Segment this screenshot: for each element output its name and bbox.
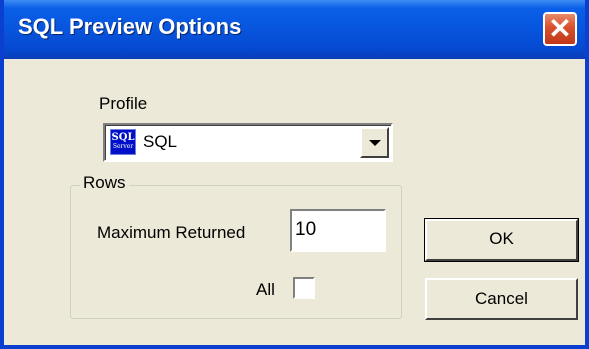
profile-dropdown[interactable]: SQL Server SQL <box>103 123 393 162</box>
maximum-returned-label: Maximum Returned <box>97 223 246 242</box>
profile-selected-value: SQL <box>143 132 178 151</box>
profile-label: Profile <box>99 94 148 113</box>
close-button[interactable]: ✕ <box>543 12 577 46</box>
title-bar[interactable]: SQL Preview Options ✕ <box>4 0 585 59</box>
maximum-returned-input[interactable] <box>295 215 379 245</box>
dialog-title: SQL Preview Options <box>18 14 242 39</box>
sql-preview-options-dialog: SQL Preview Options ✕ Profile SQL Server… <box>0 0 589 349</box>
chevron-down-icon <box>369 140 381 146</box>
rows-groupbox <box>70 185 402 319</box>
rows-group-label: Rows <box>80 173 129 193</box>
sql-server-icon: SQL Server <box>110 129 136 155</box>
ok-button[interactable]: OK <box>424 218 579 262</box>
close-icon: ✕ <box>548 13 572 44</box>
cancel-button[interactable]: Cancel <box>425 278 578 320</box>
all-checkbox[interactable] <box>293 277 315 299</box>
dropdown-arrow-button[interactable] <box>360 127 389 158</box>
all-label: All <box>256 280 275 299</box>
maximum-returned-field[interactable] <box>290 209 386 252</box>
